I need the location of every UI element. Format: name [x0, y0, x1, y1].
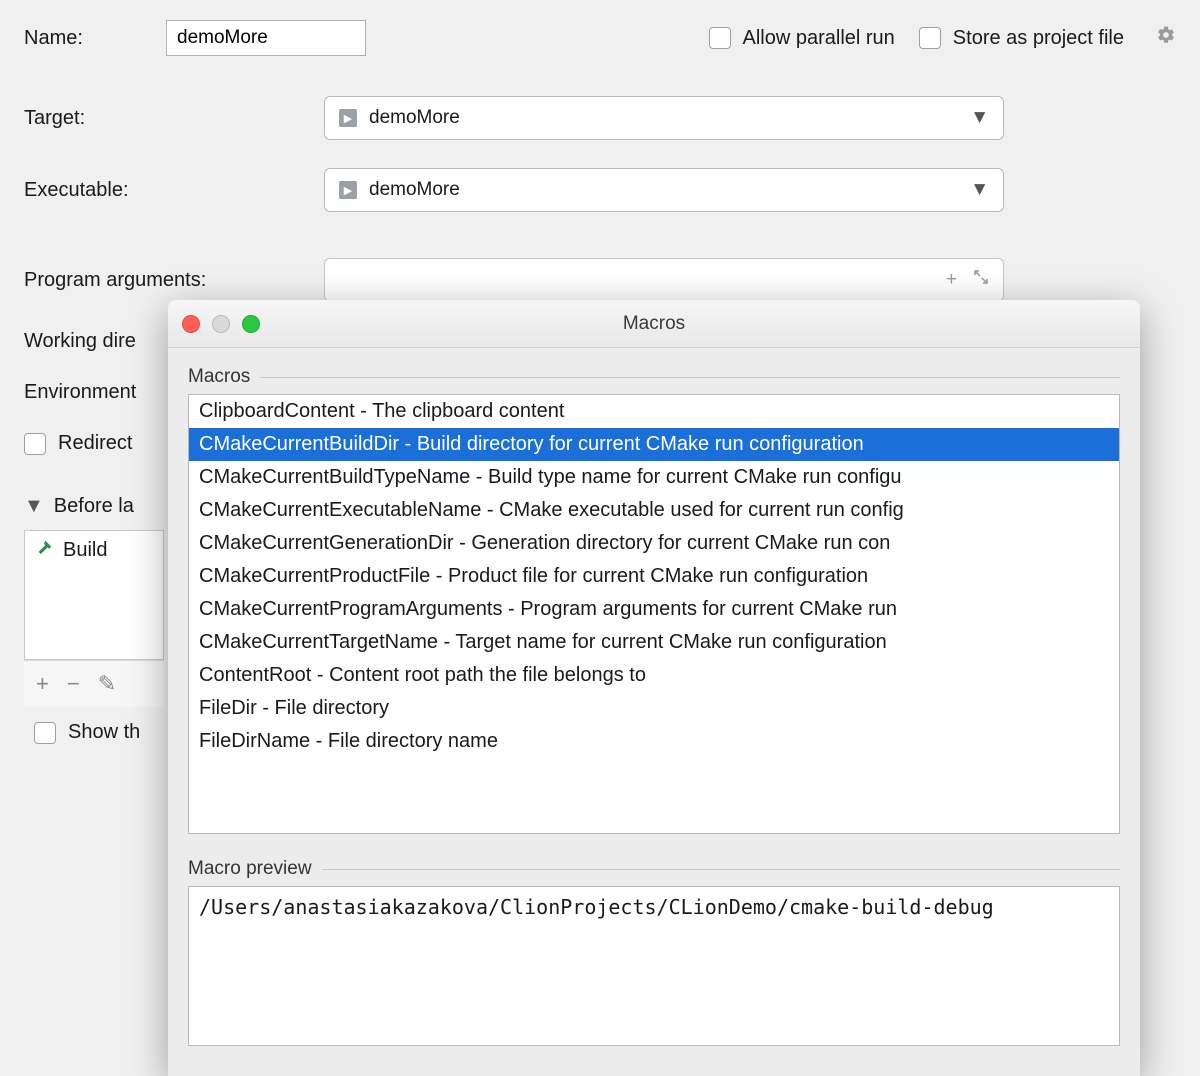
target-value: demoMore: [369, 107, 460, 129]
allow-parallel-checkbox[interactable]: [709, 27, 731, 49]
target-label: Target:: [24, 107, 324, 130]
allow-parallel-row[interactable]: Allow parallel run: [709, 27, 895, 50]
edit-icon[interactable]: ✎: [98, 671, 116, 697]
target-run-icon: ▶: [339, 109, 357, 127]
remove-icon[interactable]: −: [67, 671, 80, 697]
disclosure-triangle-icon: ▼: [24, 495, 44, 518]
expand-icon[interactable]: [973, 269, 989, 291]
macro-item[interactable]: CMakeCurrentProductFile - Product file f…: [189, 560, 1119, 593]
macro-preview: /Users/anastasiakazakova/ClionProjects/C…: [188, 886, 1120, 1046]
name-label: Name:: [24, 27, 142, 50]
before-launch-label: Before la: [54, 495, 134, 518]
macro-item[interactable]: CMakeCurrentGenerationDir - Generation d…: [189, 527, 1119, 560]
macro-item[interactable]: ContentRoot - Content root path the file…: [189, 659, 1119, 692]
store-project-row[interactable]: Store as project file: [919, 27, 1124, 50]
redirect-checkbox-row[interactable]: Redirect: [24, 432, 132, 455]
redirect-label: Redirect: [58, 432, 132, 455]
target-row: Target: ▶ demoMore ▼: [24, 96, 1176, 140]
store-project-checkbox[interactable]: [919, 27, 941, 49]
macro-preview-label: Macro preview: [188, 858, 1120, 880]
macro-item[interactable]: CMakeCurrentBuildTypeName - Build type n…: [189, 461, 1119, 494]
name-input[interactable]: [166, 20, 366, 56]
hammer-icon: [35, 539, 53, 562]
before-launch-list[interactable]: Build: [24, 530, 164, 660]
executable-select[interactable]: ▶ demoMore ▼: [324, 168, 1004, 212]
target-select[interactable]: ▶ demoMore ▼: [324, 96, 1004, 140]
macro-item[interactable]: FileDirName - File directory name: [189, 725, 1119, 758]
executable-value: demoMore: [369, 179, 460, 201]
show-this-checkbox[interactable]: [34, 722, 56, 744]
macro-item[interactable]: CMakeCurrentExecutableName - CMake execu…: [189, 494, 1119, 527]
macros-list[interactable]: ClipboardContent - The clipboard content…: [188, 394, 1120, 834]
macro-item[interactable]: CMakeCurrentProgramArguments - Program a…: [189, 593, 1119, 626]
macros-list-label: Macros: [188, 366, 1120, 388]
macro-item[interactable]: FileDir - File directory: [189, 692, 1119, 725]
allow-parallel-label: Allow parallel run: [743, 27, 895, 50]
program-args-row: Program arguments: +: [24, 258, 1176, 302]
macro-item[interactable]: CMakeCurrentTargetName - Target name for…: [189, 626, 1119, 659]
build-item-label: Build: [63, 539, 107, 562]
program-args-label: Program arguments:: [24, 269, 324, 292]
titlebar[interactable]: Macros: [168, 300, 1140, 348]
program-args-input[interactable]: +: [324, 258, 1004, 302]
top-row: Name: Allow parallel run Store as projec…: [24, 20, 1176, 56]
chevron-down-icon: ▼: [970, 107, 989, 129]
executable-run-icon: ▶: [339, 181, 357, 199]
add-icon[interactable]: +: [36, 671, 49, 697]
before-launch-toolbar: + − ✎: [24, 660, 164, 707]
macro-item[interactable]: CMakeCurrentBuildDir - Build directory f…: [189, 428, 1119, 461]
list-item[interactable]: Build: [25, 531, 163, 570]
gear-icon[interactable]: [1156, 25, 1176, 51]
redirect-checkbox[interactable]: [24, 433, 46, 455]
store-project-label: Store as project file: [953, 27, 1124, 50]
macro-item[interactable]: ClipboardContent - The clipboard content: [189, 395, 1119, 428]
chevron-down-icon: ▼: [970, 179, 989, 201]
executable-row: Executable: ▶ demoMore ▼: [24, 168, 1176, 212]
macros-dialog: Macros Macros ClipboardContent - The cli…: [168, 300, 1140, 1076]
window-title: Macros: [168, 313, 1140, 335]
show-this-label: Show th: [68, 721, 140, 744]
executable-label: Executable:: [24, 179, 324, 202]
plus-icon[interactable]: +: [946, 269, 957, 291]
